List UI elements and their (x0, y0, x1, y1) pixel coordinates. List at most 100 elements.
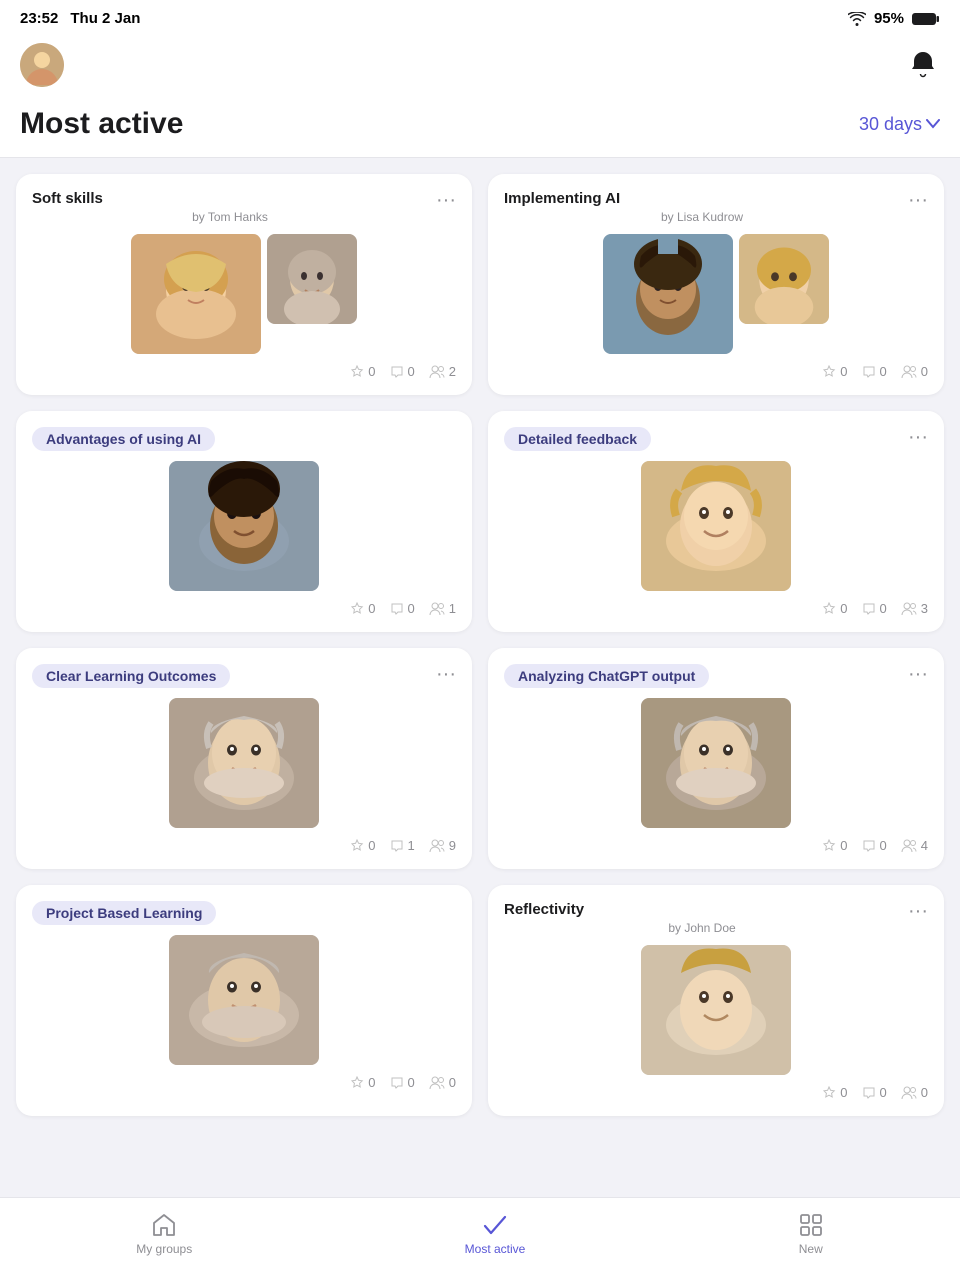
member-count: 0 (901, 1085, 928, 1100)
card-6[interactable]: Analyzing ChatGPT output ··· 0 (488, 648, 944, 869)
star-count: 0 (350, 1075, 375, 1090)
star-count: 0 (822, 1085, 847, 1100)
star-count: 0 (350, 601, 375, 616)
star-icon (350, 602, 364, 616)
card-title-area: Advantages of using AI (32, 427, 456, 451)
card-title-badge: Detailed feedback (504, 427, 651, 451)
more-options-button[interactable]: ··· (900, 664, 928, 684)
comment-icon (390, 365, 404, 379)
card-title: Reflectivity (504, 901, 584, 918)
page-title: Most active (20, 107, 183, 141)
card-4[interactable]: Detailed feedback ··· 0 (488, 411, 944, 632)
more-options-button[interactable]: ··· (900, 901, 928, 921)
card-image-2 (267, 234, 357, 324)
header (0, 35, 960, 99)
card-2[interactable]: Implementing AI by Lisa Kudrow ··· (488, 174, 944, 395)
card-image-1 (603, 234, 733, 354)
card-header: Detailed feedback ··· (504, 427, 928, 451)
home-icon (151, 1212, 177, 1238)
card-title-area: Analyzing ChatGPT output (504, 664, 900, 688)
star-icon (350, 839, 364, 853)
card-title-badge: Advantages of using AI (32, 427, 215, 451)
members-icon (901, 365, 917, 379)
more-options-button[interactable]: ··· (428, 190, 456, 210)
checkmark-icon (482, 1212, 508, 1238)
card-3[interactable]: Advantages of using AI 0 (16, 411, 472, 632)
cards-grid: Soft skills by Tom Hanks ··· (0, 158, 960, 1216)
card-title-badge: Clear Learning Outcomes (32, 664, 230, 688)
card-8[interactable]: Reflectivity by John Doe ··· 0 (488, 885, 944, 1116)
card-subtitle: by Tom Hanks (32, 210, 428, 224)
nav-item-new[interactable]: New (778, 1208, 844, 1260)
member-count: 0 (901, 364, 928, 379)
star-icon (822, 1086, 836, 1100)
notification-bell-button[interactable] (906, 46, 940, 85)
comment-count: 0 (862, 838, 887, 853)
card-5[interactable]: Clear Learning Outcomes ··· 0 (16, 648, 472, 869)
members-icon (901, 602, 917, 616)
card-title-area: Implementing AI by Lisa Kudrow (504, 190, 900, 224)
star-count: 0 (822, 838, 847, 853)
card-footer: 0 0 3 (504, 601, 928, 616)
card-footer: 0 0 0 (504, 364, 928, 379)
date-display: Thu 2 Jan (70, 10, 140, 27)
member-count: 9 (429, 838, 456, 853)
nav-item-most-active[interactable]: Most active (445, 1208, 546, 1260)
card-title-area: Detailed feedback (504, 427, 900, 451)
filter-button[interactable]: 30 days (859, 114, 940, 135)
star-count: 0 (822, 364, 847, 379)
card-images (32, 935, 456, 1065)
comment-count: 0 (862, 601, 887, 616)
avatar[interactable] (20, 43, 64, 87)
card-title-area: Soft skills by Tom Hanks (32, 190, 428, 224)
comment-count: 0 (862, 364, 887, 379)
comment-count: 0 (390, 601, 415, 616)
card-image (169, 461, 319, 591)
comment-icon (390, 839, 404, 853)
card-subtitle: by Lisa Kudrow (504, 210, 900, 224)
card-images (32, 698, 456, 828)
star-count: 0 (350, 838, 375, 853)
more-options-button[interactable]: ··· (900, 190, 928, 210)
wifi-icon (848, 12, 866, 26)
nav-label-most-active: Most active (465, 1242, 526, 1256)
card-image (641, 945, 791, 1075)
comment-icon (862, 602, 876, 616)
card-images (504, 945, 928, 1075)
time-display: 23:52 (20, 10, 58, 27)
battery-icon (912, 12, 940, 26)
card-header: Reflectivity by John Doe ··· (504, 901, 928, 935)
card-image-1 (131, 234, 261, 354)
card-image-2 (739, 234, 829, 324)
star-icon (822, 365, 836, 379)
member-count: 0 (429, 1075, 456, 1090)
card-title: Implementing AI (504, 190, 620, 207)
card-image (641, 698, 791, 828)
card-title-area: Reflectivity by John Doe (504, 901, 900, 935)
more-options-button[interactable]: ··· (900, 427, 928, 447)
star-icon (822, 839, 836, 853)
star-icon (350, 365, 364, 379)
comment-count: 1 (390, 838, 415, 853)
nav-item-my-groups[interactable]: My groups (116, 1208, 212, 1260)
card-7[interactable]: Project Based Learning 0 (16, 885, 472, 1116)
card-images (32, 234, 456, 354)
card-title-badge: Analyzing ChatGPT output (504, 664, 709, 688)
card-footer: 0 0 1 (32, 601, 456, 616)
more-options-button[interactable]: ··· (428, 664, 456, 684)
members-icon (429, 839, 445, 853)
card-footer: 0 0 4 (504, 838, 928, 853)
members-icon (901, 1086, 917, 1100)
member-count: 3 (901, 601, 928, 616)
filter-label: 30 days (859, 114, 922, 135)
card-images (504, 234, 928, 354)
card-header: Analyzing ChatGPT output ··· (504, 664, 928, 688)
card-1[interactable]: Soft skills by Tom Hanks ··· (16, 174, 472, 395)
battery-percent: 95% (874, 10, 904, 27)
card-image (169, 698, 319, 828)
card-title-area: Clear Learning Outcomes (32, 664, 428, 688)
bottom-nav: My groups Most active New (0, 1197, 960, 1280)
member-count: 4 (901, 838, 928, 853)
comment-icon (862, 1086, 876, 1100)
card-image (641, 461, 791, 591)
